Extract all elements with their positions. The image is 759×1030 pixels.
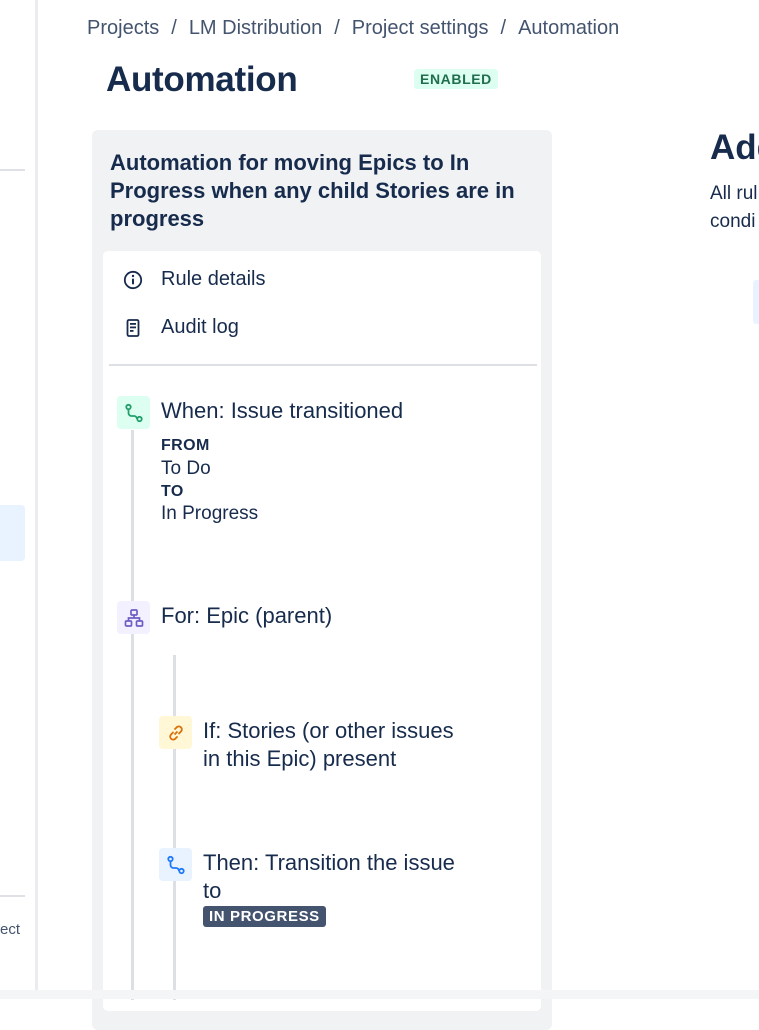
audit-log-link[interactable]: Audit log [122, 316, 239, 339]
breadcrumb: Projects / LM Distribution / Project setting… [87, 17, 619, 40]
breadcrumb-projects[interactable]: Projects [87, 17, 159, 39]
branch-flow-line [173, 655, 176, 1000]
branch-icon[interactable] [117, 601, 150, 634]
bottom-scroll-area [0, 990, 759, 999]
breadcrumb-project[interactable]: LM Distribution [189, 17, 322, 39]
action-icon[interactable] [159, 848, 192, 881]
to-value: In Progress [161, 503, 259, 524]
add-component-desc-line1: All rul [710, 183, 758, 204]
rule-details-link[interactable]: Rule details [122, 268, 266, 291]
breadcrumb-separator: / [171, 17, 177, 39]
add-component-desc-line2: condi [710, 211, 756, 232]
divider [109, 364, 537, 366]
condition-title-line1[interactable]: If: Stories (or other issues [203, 717, 454, 745]
status-badge: ENABLED [414, 69, 498, 89]
add-component-button[interactable] [753, 280, 759, 324]
sidebar-item-selected[interactable] [0, 505, 25, 561]
condition-title-line2[interactable]: in this Epic) present [203, 745, 396, 773]
breadcrumb-separator: / [334, 17, 340, 39]
breadcrumb-automation[interactable]: Automation [518, 17, 619, 39]
trigger-title[interactable]: When: Issue transitioned [161, 397, 403, 425]
breadcrumb-project-settings[interactable]: Project settings [352, 17, 489, 39]
sidebar-resize-handle[interactable] [35, 0, 38, 999]
add-component-heading: Add [710, 128, 759, 167]
condition-icon[interactable] [159, 716, 192, 749]
from-label: FROM [161, 437, 210, 454]
rule-details-label: Rule details [161, 268, 266, 290]
to-label: TO [161, 483, 184, 500]
info-icon [122, 269, 144, 291]
add-component-description: All rul condi [710, 180, 758, 236]
sidebar: ect [0, 0, 36, 999]
status-lozenge: IN PROGRESS [203, 906, 326, 927]
page-title: Automation [106, 60, 298, 99]
sidebar-divider [0, 169, 25, 171]
action-title-line2[interactable]: to [203, 877, 221, 905]
audit-log-label: Audit log [161, 316, 239, 338]
rule-title: Automation for moving Epics to In Progre… [110, 150, 515, 231]
branch-title[interactable]: For: Epic (parent) [161, 602, 332, 630]
sidebar-item-label[interactable]: ect [0, 921, 20, 938]
rule-flow-line [131, 430, 134, 1000]
sidebar-divider [0, 895, 25, 897]
document-icon [122, 317, 144, 339]
action-title-line1[interactable]: Then: Transition the issue [203, 849, 455, 877]
breadcrumb-separator: / [500, 17, 507, 39]
from-value: To Do [161, 458, 211, 479]
trigger-icon[interactable] [117, 396, 150, 429]
